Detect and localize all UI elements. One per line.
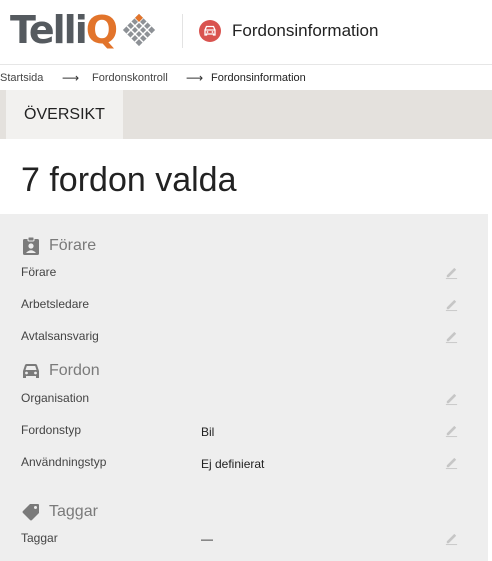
breadcrumb-item-startsida[interactable]: Startsida xyxy=(0,72,43,84)
field-value-taggar: — xyxy=(201,532,213,546)
edit-pencil-icon[interactable] xyxy=(444,423,459,438)
section-heading-taggar: Taggar xyxy=(21,502,98,522)
field-label-anvandningstyp: Användningstyp xyxy=(21,455,107,469)
logo-text: TelliQ xyxy=(10,8,118,52)
field-label-taggar: Taggar xyxy=(21,531,58,545)
field-label-organisation: Organisation xyxy=(21,391,90,405)
logo-diamond-icon xyxy=(122,13,156,47)
edit-pencil-icon[interactable] xyxy=(444,455,459,470)
field-label-forare: Förare xyxy=(21,265,57,279)
header-divider xyxy=(182,14,183,48)
tag-icon xyxy=(22,504,39,521)
telliq-logo[interactable]: TelliQ xyxy=(10,10,158,50)
app-header: TelliQ Fordonsinformation xyxy=(0,0,492,64)
section-title: Fordon xyxy=(49,362,100,379)
section-heading-fordon: Fordon xyxy=(21,362,100,380)
edit-pencil-icon[interactable] xyxy=(444,329,459,344)
field-value-fordonstyp: Bil xyxy=(201,425,215,439)
breadcrumb-item-fordonskontroll[interactable]: Fordonskontroll xyxy=(92,72,168,84)
page-title: Fordonsinformation xyxy=(232,21,379,40)
tab-bar: ÖVERSIKT xyxy=(0,90,492,139)
edit-pencil-icon[interactable] xyxy=(444,265,459,280)
edit-pencil-icon[interactable] xyxy=(444,391,459,406)
breadcrumb: Startsida ⟶ Fordonskontroll ⟶ Fordonsinf… xyxy=(0,64,492,91)
field-label-fordonstyp: Fordonstyp xyxy=(21,423,82,437)
section-title: Förare xyxy=(49,237,97,254)
breadcrumb-arrow-icon: ⟶ xyxy=(186,71,204,85)
selection-title: 7 fordon valda xyxy=(21,161,237,199)
section-title: Taggar xyxy=(49,503,98,520)
edit-pencil-icon[interactable] xyxy=(444,531,459,546)
breadcrumb-item-current: Fordonsinformation xyxy=(211,72,306,84)
field-label-avtalsansvarig: Avtalsansvarig xyxy=(21,329,99,343)
section-heading-forare: Förare xyxy=(21,236,96,256)
details-panel: Förare Förare Arbetsledare Avtalsansvari… xyxy=(0,214,488,561)
field-value-anvandningstyp: Ej definierat xyxy=(201,457,265,471)
tab-oversikt[interactable]: ÖVERSIKT xyxy=(6,90,123,139)
badge-icon xyxy=(23,236,39,255)
car-icon xyxy=(23,364,39,378)
edit-pencil-icon[interactable] xyxy=(444,297,459,312)
field-label-arbetsledare: Arbetsledare xyxy=(21,297,90,311)
breadcrumb-arrow-icon: ⟶ xyxy=(62,71,80,85)
car-icon xyxy=(199,20,221,42)
